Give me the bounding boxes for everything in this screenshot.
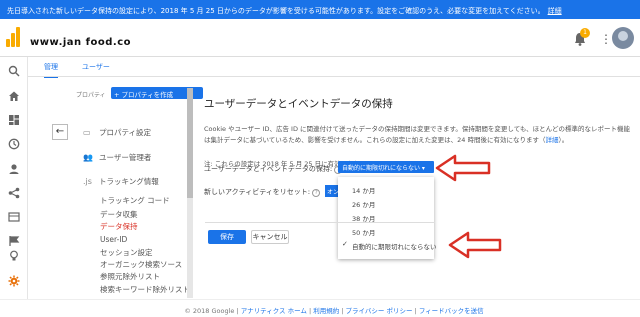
tab-admin[interactable]: 管理	[44, 62, 58, 79]
notification-badge: 1	[580, 28, 590, 38]
reset-label: 新しいアクティビティをリセット:?	[204, 187, 321, 197]
footer-link-home[interactable]: アナリティクス ホーム	[241, 307, 307, 315]
property-sidebar: プロパティ + プロパティを作成 ← ▭ プロパティ設定 👥 ユーザー管理者 .js…	[28, 78, 203, 298]
acquisition-icon[interactable]	[7, 187, 21, 201]
users-icon: 👥	[83, 153, 93, 162]
tab-user[interactable]: ユーザー	[82, 62, 110, 72]
check-icon: ✓	[342, 240, 348, 248]
sidebar-subitem-session-settings[interactable]: セッション設定	[100, 247, 153, 258]
sidebar-subitem-data-retention[interactable]: データ保持	[100, 221, 138, 232]
flag-icon[interactable]	[7, 235, 21, 249]
search-icon[interactable]	[7, 65, 21, 79]
gear-icon[interactable]	[7, 275, 21, 289]
dashboard-icon[interactable]	[7, 114, 21, 128]
divider	[205, 222, 435, 223]
clock-icon[interactable]	[7, 138, 21, 152]
app-header: www.jan food.co 1 ⋮	[0, 19, 640, 57]
sidebar-item-user-management[interactable]: 👥 ユーザー管理者	[83, 152, 151, 163]
footer-link-privacy[interactable]: プライバシー ポリシー	[346, 307, 413, 315]
dropdown-option-50[interactable]: 50 か月	[352, 227, 375, 237]
footer-link-feedback[interactable]: フィードバックを送信	[419, 307, 484, 315]
detail-link[interactable]: 詳細	[545, 136, 558, 144]
page-description: Cookie やユーザー ID、広告 ID に関連付けて送ったデータの保持期間は…	[204, 125, 630, 144]
sidebar-item-label: プロパティ設定	[99, 128, 152, 137]
footer-link-terms[interactable]: 利用規約	[313, 307, 339, 315]
reset-toggle[interactable]: オン	[325, 185, 339, 197]
notice-banner: 先日導入された新しいデータ保持の設定により、2018 年 5 月 25 日からの…	[0, 0, 640, 19]
banner-detail-link[interactable]: 詳細	[548, 7, 562, 15]
retention-label: ユーザーデータとイベントデータの保持:?	[204, 164, 343, 174]
behavior-icon[interactable]	[7, 211, 21, 225]
help-icon[interactable]: ?	[312, 189, 321, 197]
sidebar-item-property-settings[interactable]: ▭ プロパティ設定	[83, 127, 151, 138]
page-title: ユーザーデータとイベントデータの保持	[204, 98, 393, 110]
dropdown-option-26[interactable]: 26 か月	[352, 199, 375, 209]
cancel-button[interactable]: キャンセル	[251, 230, 289, 244]
copyright: © 2018 Google |	[184, 307, 241, 315]
person-icon[interactable]	[7, 163, 21, 177]
back-arrow-icon[interactable]: ←	[52, 124, 68, 140]
left-nav: ›	[0, 57, 28, 317]
lightbulb-icon[interactable]	[7, 250, 21, 264]
banner-text: 先日導入された新しいデータ保持の設定により、2018 年 5 月 25 日からの…	[7, 7, 545, 15]
property-label: プロパティ	[76, 92, 106, 99]
sidebar-item-tracking-info[interactable]: .js トラッキング情報	[83, 176, 159, 187]
save-button[interactable]: 保存	[208, 230, 246, 244]
top-tabs: 管理 ユーザー	[28, 57, 640, 79]
analytics-logo-icon[interactable]	[6, 27, 20, 47]
account-name[interactable]: www.jan food.co	[30, 37, 131, 48]
footer: © 2018 Google | アナリティクス ホーム | 利用規約 | プライ…	[0, 299, 640, 317]
sidebar-subitem-search-term-exclusion[interactable]: 検索キーワード除外リスト	[100, 284, 190, 295]
annotation-arrow-bottom	[448, 231, 502, 259]
annotation-arrow-top	[435, 154, 491, 182]
avatar[interactable]	[612, 27, 634, 49]
sidebar-subitem-user-id[interactable]: User-ID	[100, 235, 127, 244]
sidebar-subitem-referral-exclusion[interactable]: 参照元除外リスト	[100, 271, 160, 282]
sidebar-scrollbar[interactable]	[187, 88, 193, 298]
scrollbar-thumb[interactable]	[187, 88, 193, 198]
notification-bell-icon[interactable]: 1	[574, 28, 590, 47]
js-icon: .js	[83, 177, 92, 186]
sidebar-subitem-data-collection[interactable]: データ収集	[100, 209, 138, 220]
sidebar-item-label: ユーザー管理者	[99, 153, 152, 162]
home-icon[interactable]	[7, 90, 21, 104]
window-icon: ▭	[83, 128, 91, 137]
sidebar-item-label: トラッキング情報	[99, 177, 159, 186]
sidebar-subitem-organic-search[interactable]: オーガニック検索ソース	[100, 259, 182, 270]
retention-select[interactable]: 自動的に期限切れにならない ▾	[338, 161, 434, 173]
more-menu-icon[interactable]: ⋮	[600, 32, 612, 46]
retention-dropdown: 14 か月 26 か月 38 か月 50 か月 ✓ 自動的に期限切れにならない	[338, 177, 437, 259]
dropdown-option-never[interactable]: 自動的に期限切れにならない	[352, 241, 437, 251]
dropdown-option-14[interactable]: 14 か月	[352, 185, 375, 195]
sidebar-subitem-tracking-code[interactable]: トラッキング コード	[100, 195, 170, 206]
